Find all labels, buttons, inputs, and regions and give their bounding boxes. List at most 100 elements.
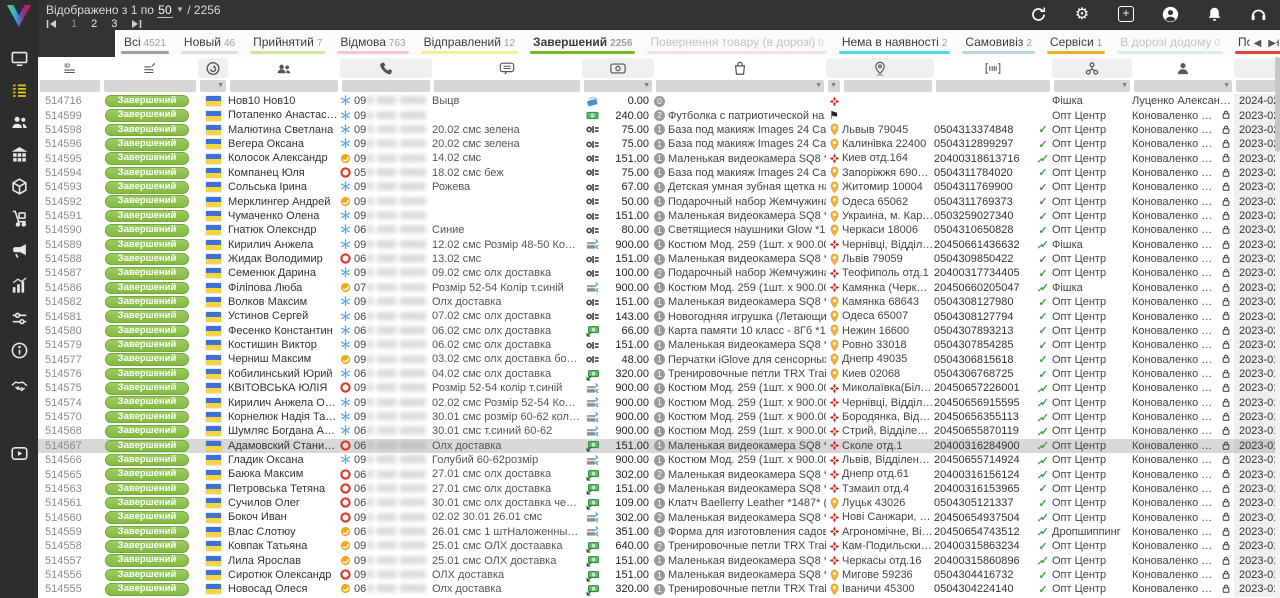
dropdown-caret-icon[interactable]: ▼ [830, 82, 837, 89]
tab-4[interactable]: Відмова763 [331, 30, 414, 57]
tab-5[interactable]: Відправлений12 [415, 30, 524, 57]
table-row[interactable]: 514588 Завершений Жидак Володимир 068 88… [38, 252, 1280, 266]
sidebar-item-settings-icon[interactable] [0, 305, 38, 331]
filter-carrier-select[interactable]: ▼ [828, 80, 840, 92]
table-row[interactable]: 514556 Завершений Сиротюк Олександр 098 … [38, 568, 1280, 582]
table-row[interactable]: 514576 Завершений Кобилинський Юрий 068 … [38, 367, 1280, 381]
column-channel-icon[interactable] [1052, 58, 1132, 78]
sidebar-item-procurement-icon[interactable] [0, 205, 38, 231]
first-page-button[interactable] [46, 19, 57, 29]
tabs-scroll-right-icon[interactable]: ▶ [1268, 38, 1276, 49]
table-row[interactable]: 514563 Завершений Петровська Тетяна 068 … [38, 482, 1280, 496]
dropdown-caret-icon[interactable]: ▼ [217, 82, 224, 89]
tab-10[interactable]: Сервіси1 [1041, 30, 1111, 57]
gear-icon[interactable]: ⚙ [1072, 4, 1092, 24]
table-row[interactable]: 514559 Завершений Влас Слотюу 068 888 88… [38, 525, 1280, 539]
sidebar-item-warehouse-icon[interactable] [0, 141, 38, 167]
sidebar-item-info-icon[interactable] [0, 337, 38, 363]
support-headset-icon[interactable] [1248, 4, 1268, 24]
tab-11[interactable]: В дорозі додому0 [1111, 30, 1229, 57]
table-row[interactable]: 514581 Завершений Устинов Сергей 068 888… [38, 309, 1280, 323]
app-logo-icon[interactable] [5, 3, 33, 29]
table-row[interactable]: 514590 Завершений Гнатюк Олексндр 068 88… [38, 223, 1280, 237]
table-row[interactable]: 514579 Завершений Костишин Виктор 098 88… [38, 338, 1280, 352]
column-manager-icon[interactable] [1132, 58, 1234, 78]
table-row[interactable]: 514582 Завершений Волков Максим 098 888 … [38, 295, 1280, 309]
dropdown-caret-icon[interactable]: ▼ [1121, 82, 1128, 89]
filter-channel-select[interactable]: ▼ [1054, 80, 1130, 92]
table-row[interactable]: 514595 Завершений Колосок Александр 098 … [38, 151, 1280, 165]
column-comment-icon[interactable] [432, 58, 582, 78]
add-order-icon[interactable]: + [1116, 4, 1136, 24]
filter-location-input[interactable] [844, 80, 932, 92]
table-row[interactable]: 514592 Завершений Мерклингер Андрей 098 … [38, 195, 1280, 209]
column-date-header[interactable] [1234, 58, 1280, 78]
sidebar-item-clients-icon[interactable] [0, 109, 38, 135]
sidebar-item-products-icon[interactable] [0, 173, 38, 199]
table-row[interactable]: 514566 Завершений Гладик Оксана 098 888 … [38, 453, 1280, 467]
table-row[interactable]: 514593 Завершений Сольська Ірина 098 888… [38, 180, 1280, 194]
filter-date-input[interactable] [1236, 80, 1276, 92]
table-row[interactable]: 514580 Завершений Фесенко Константин 068… [38, 324, 1280, 338]
tabs-scroll-left-icon[interactable]: ◀ [1254, 38, 1262, 49]
sidebar-item-dashboard-icon[interactable] [0, 45, 38, 71]
page-size-caret-icon[interactable]: ▼ [176, 5, 184, 14]
sidebar-item-partners-icon[interactable] [0, 373, 38, 399]
filter-payment-select[interactable]: ▼ [584, 80, 652, 92]
page-3[interactable]: 3 [111, 18, 117, 30]
table-row[interactable]: 514599 Завершений Потапенко Анастас… 098… [38, 108, 1280, 122]
column-status-icon[interactable] [102, 58, 198, 78]
table-row[interactable]: 514575 Завершений КВІТОВСЬКА ЮЛІЯ 098 88… [38, 381, 1280, 395]
table-row[interactable]: 514577 Завершений Черниш Максим 098 888 … [38, 352, 1280, 366]
tab-3[interactable]: Прийнятий7 [244, 30, 331, 57]
vertical-scrollbar[interactable] [1275, 57, 1280, 598]
column-tracking-icon[interactable] [934, 58, 1052, 78]
tab-6[interactable]: Завершений2256 [524, 30, 641, 57]
column-id-icon[interactable]: ID [38, 58, 102, 78]
filter-customer-input[interactable] [230, 80, 338, 92]
filter-phone-input[interactable] [342, 80, 430, 92]
page-size-dropdown[interactable]: 50 [157, 3, 172, 18]
filter-id-input[interactable] [40, 80, 100, 92]
dropdown-caret-icon[interactable]: ▼ [643, 82, 650, 89]
table-row[interactable]: 514598 Завершений Малютина Светлана 098 … [38, 123, 1280, 137]
filter-manager-select[interactable]: ▼ [1134, 80, 1232, 92]
table-row[interactable]: 514557 Завершений Лила Ярослав 098 888 8… [38, 554, 1280, 568]
column-products-icon[interactable] [654, 58, 826, 78]
sidebar-item-marketing-icon[interactable] [0, 237, 38, 263]
column-phone-icon[interactable] [340, 58, 432, 78]
last-page-button[interactable] [131, 19, 142, 29]
table-row[interactable]: 514589 Завершений Кирилич Анжела 098 888… [38, 238, 1280, 252]
filter-tracking-input[interactable] [936, 80, 1050, 92]
notifications-bell-icon[interactable] [1204, 4, 1224, 24]
table-row[interactable]: 514586 Завершений Філіпова Люба 078 888 … [38, 281, 1280, 295]
table-row[interactable]: 514574 Завершений Кирилич Анжела Ол… 098… [38, 396, 1280, 410]
dropdown-caret-icon[interactable]: ▼ [1223, 82, 1230, 89]
table-row[interactable]: 514716 Завершений Нов10 Нов10 098 888 88… [38, 94, 1280, 108]
column-delivery-icon[interactable] [826, 58, 934, 78]
sidebar-item-orders-icon[interactable] [0, 77, 38, 103]
table-row[interactable]: 514587 Завершений Семенюк Дарина 098 888… [38, 266, 1280, 280]
sidebar-item-statistics-icon[interactable] [0, 272, 38, 298]
table-row[interactable]: 514591 Завершений Чумаченко Олена 098 88… [38, 209, 1280, 223]
column-customer-icon[interactable] [228, 58, 340, 78]
filter-comment-input[interactable] [434, 80, 580, 92]
dropdown-caret-icon[interactable]: ▼ [815, 82, 822, 89]
sidebar-item-tutorials-icon[interactable] [0, 440, 38, 466]
table-row[interactable]: 514567 Завершений Адамовский Станис… 068… [38, 439, 1280, 453]
page-1[interactable]: 1 [71, 18, 77, 30]
filter-source-select[interactable]: ▼ [200, 80, 226, 92]
table-row[interactable]: 514596 Завершений Вегера Оксана 098 888 … [38, 137, 1280, 151]
table-row[interactable]: 514565 Завершений Баюка Максим 068 888 8… [38, 467, 1280, 481]
refresh-icon[interactable] [1028, 4, 1048, 24]
table-row[interactable]: 514570 Завершений Корнелюк Надія Та… 098… [38, 410, 1280, 424]
tab-1[interactable]: Всі4521 [115, 30, 175, 57]
tab-8[interactable]: Нема в наявності2 [833, 30, 957, 57]
table-row[interactable]: 514568 Завершений Шумляс Богдана Ан… 068… [38, 424, 1280, 438]
tab-7[interactable]: Повернення товару (в дорозі)0 [641, 30, 832, 57]
tab-2[interactable]: Новый46 [175, 30, 244, 57]
table-row[interactable]: 514560 Завершений Бокоч Иван 098 888 888… [38, 510, 1280, 524]
filter-product-select[interactable]: ▼ [656, 80, 824, 92]
column-payment-icon[interactable] [582, 58, 654, 78]
user-avatar-icon[interactable] [1160, 4, 1180, 24]
